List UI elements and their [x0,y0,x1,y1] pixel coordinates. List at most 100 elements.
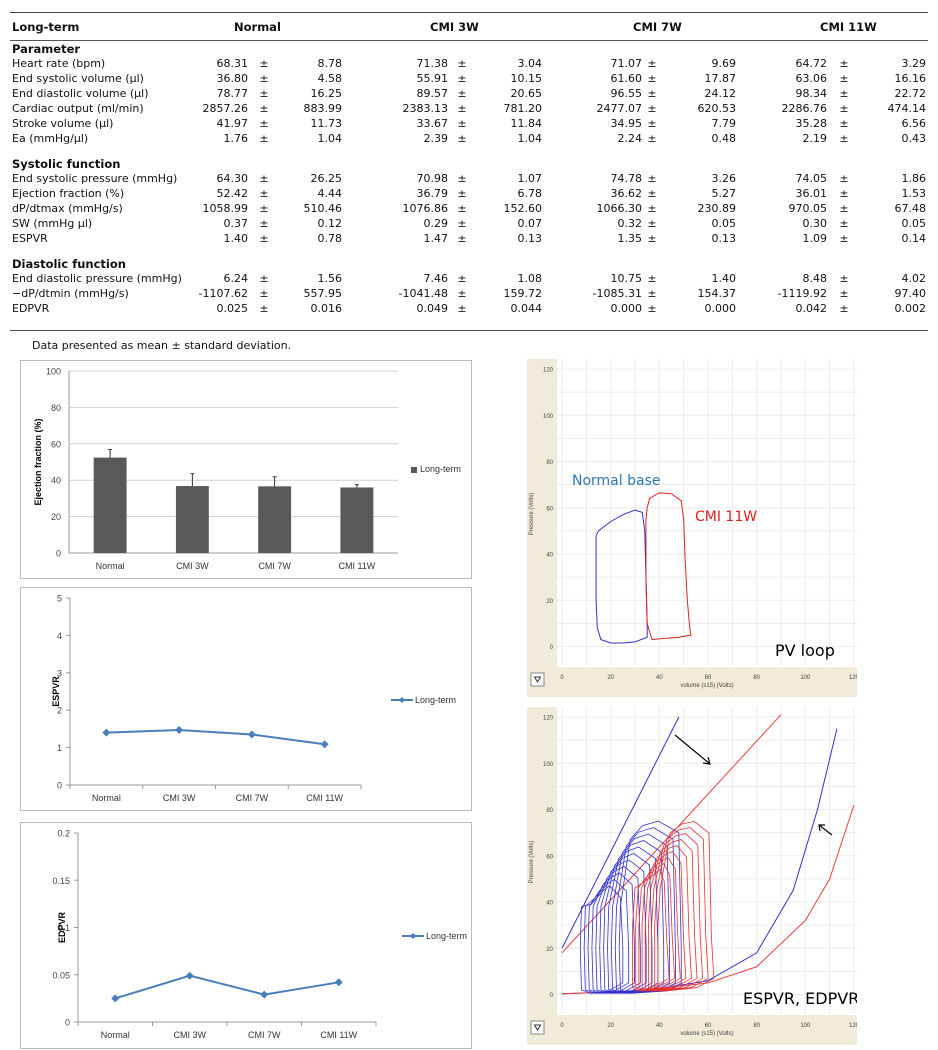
sd-value: 8.78 [317,57,343,70]
x-tick-label: CMI 3W [163,793,196,803]
sd-value: 6.56 [901,117,927,130]
ejection-fraction-plot: 0 20 40 60 80 100 Normal CMI 3W CMI 7W CMI 11W Eje… [33,367,461,572]
row-label: End diastolic pressure (mmHg) [12,272,182,285]
plus-minus-sign: ± [457,187,467,200]
mean-value: 970.05 [788,202,828,215]
plus-minus-sign: ± [457,72,467,85]
sd-value: 883.99 [303,102,343,115]
mean-value: 89.57 [416,87,449,100]
sd-value: 1.40 [711,272,737,285]
y-tick-label: 5 [57,594,62,604]
x-tick-label: 120 [849,1023,857,1029]
bar [258,486,292,553]
mean-value: 36.79 [416,187,449,200]
x-tick-label: 80 [753,1023,760,1029]
mean-value: -1107.62 [198,287,248,300]
plus-minus-sign: ± [839,172,849,185]
y-tick-label: 20 [546,599,553,605]
table-footnote: Data presented as mean ± standard deviat… [32,339,292,352]
x-tick-label: CMI 7W [236,793,269,803]
x-tick-label: Normal [92,793,121,803]
x-tick-label: 0 [560,1023,564,1029]
espvr-edpvr-label: ESPVR, EDPVR [743,989,857,1008]
y-tick-label: 100 [46,367,61,377]
mean-value: 74.05 [795,172,828,185]
mean-value: 7.46 [423,272,449,285]
y-tick-label: 0 [550,645,554,651]
sd-value: 4.58 [317,72,343,85]
data-point-marker [111,994,120,1003]
plus-minus-sign: ± [647,272,657,285]
sd-value: 97.40 [894,287,927,300]
plus-minus-sign: ± [259,172,269,185]
sd-value: 1.56 [317,272,343,285]
legend-swatch [411,467,417,473]
plus-minus-sign: ± [457,302,467,315]
sd-value: 1.07 [517,172,543,185]
dropdown-button[interactable] [530,672,545,687]
plus-minus-sign: ± [647,72,657,85]
sd-value: 474.14 [887,102,927,115]
mean-value: 0.042 [795,302,828,315]
sd-value: 16.16 [894,72,927,85]
y-tick-label: 80 [546,460,553,466]
sd-value: 11.73 [310,117,343,130]
sd-value: 0.016 [310,302,343,315]
plus-minus-sign: ± [457,217,467,230]
x-tick-label: Normal [96,561,125,571]
mean-value: 2.24 [617,132,643,145]
pv-loop-panel: 0 20 40 60 80 100 120 0 20 40 60 80 100 120 volume (s1… [527,359,857,697]
x-tick-label: 0 [560,675,564,681]
sd-value: 3.04 [517,57,543,70]
sd-value: 1.04 [317,132,343,145]
plus-minus-sign: ± [839,87,849,100]
plus-minus-sign: ± [647,87,657,100]
sd-value: 0.48 [711,132,737,145]
mean-value: 2.19 [802,132,828,145]
plus-minus-sign: ± [647,117,657,130]
sd-value: 0.000 [704,302,737,315]
y-tick-label: 120 [543,716,554,722]
x-tick-label: 120 [849,675,857,681]
x-tick-label: Normal [101,1030,130,1040]
dropdown-button[interactable] [530,1020,545,1035]
section-heading: Diastolic function [12,257,126,271]
y-tick-label: 0 [550,993,554,999]
mean-value: 96.55 [610,87,643,100]
y-tick-label: 100 [543,414,554,420]
mean-value: -1119.92 [777,287,827,300]
plus-minus-sign: ± [839,217,849,230]
table-row: Ea (mmHg/µl) 1.76 ±1.04 2.39 ±1.04 2.24 ±0.48 2… [12,132,928,146]
sd-value: 0.044 [510,302,543,315]
legend-marker [410,933,416,939]
y-axis-title: ESPVR [51,676,61,707]
plus-minus-sign: ± [647,57,657,70]
y-tick-label: 60 [51,439,61,449]
series-line [114,974,339,1000]
table-row: ESPVR 1.40 ±0.78 1.47 ±0.13 1.35 ±0.13 1.09 ±0.1… [12,232,928,246]
col-header-cmi7w: CMI 7W [633,20,682,34]
y-tick-label: 100 [543,762,554,768]
sd-value: 781.20 [503,102,543,115]
plus-minus-sign: ± [839,272,849,285]
sd-value: 0.002 [894,302,927,315]
mean-value: 1.47 [423,232,449,245]
table-row: SW (mmHg µl) 0.37 ±0.12 0.29 ±0.07 0.32 ±0.05 0… [12,217,928,231]
espvr-chart: 0 1 2 3 4 5 Normal CMI 3W CMI 7W CMI 11W ESPVR Long… [20,587,472,811]
sd-value: 154.37 [697,287,737,300]
mean-value: 41.97 [216,117,249,130]
mean-value: 1.09 [802,232,828,245]
y-axis-title: Ejection fraction (%) [33,418,43,505]
section-heading: Parameter [12,42,81,56]
pv-loop-plot: 0 20 40 60 80 100 120 0 20 40 60 80 100 120 volume (s1… [529,359,857,689]
sd-value: 4.02 [901,272,927,285]
plus-minus-sign: ± [839,72,849,85]
x-tick-label: CMI 3W [174,1030,207,1040]
plus-minus-sign: ± [259,232,269,245]
plus-minus-sign: ± [457,172,467,185]
plot-area [557,707,857,1015]
x-tick-label: CMI 11W [338,561,375,571]
mean-value: 10.75 [610,272,643,285]
mean-value: 0.000 [610,302,643,315]
plus-minus-sign: ± [839,102,849,115]
